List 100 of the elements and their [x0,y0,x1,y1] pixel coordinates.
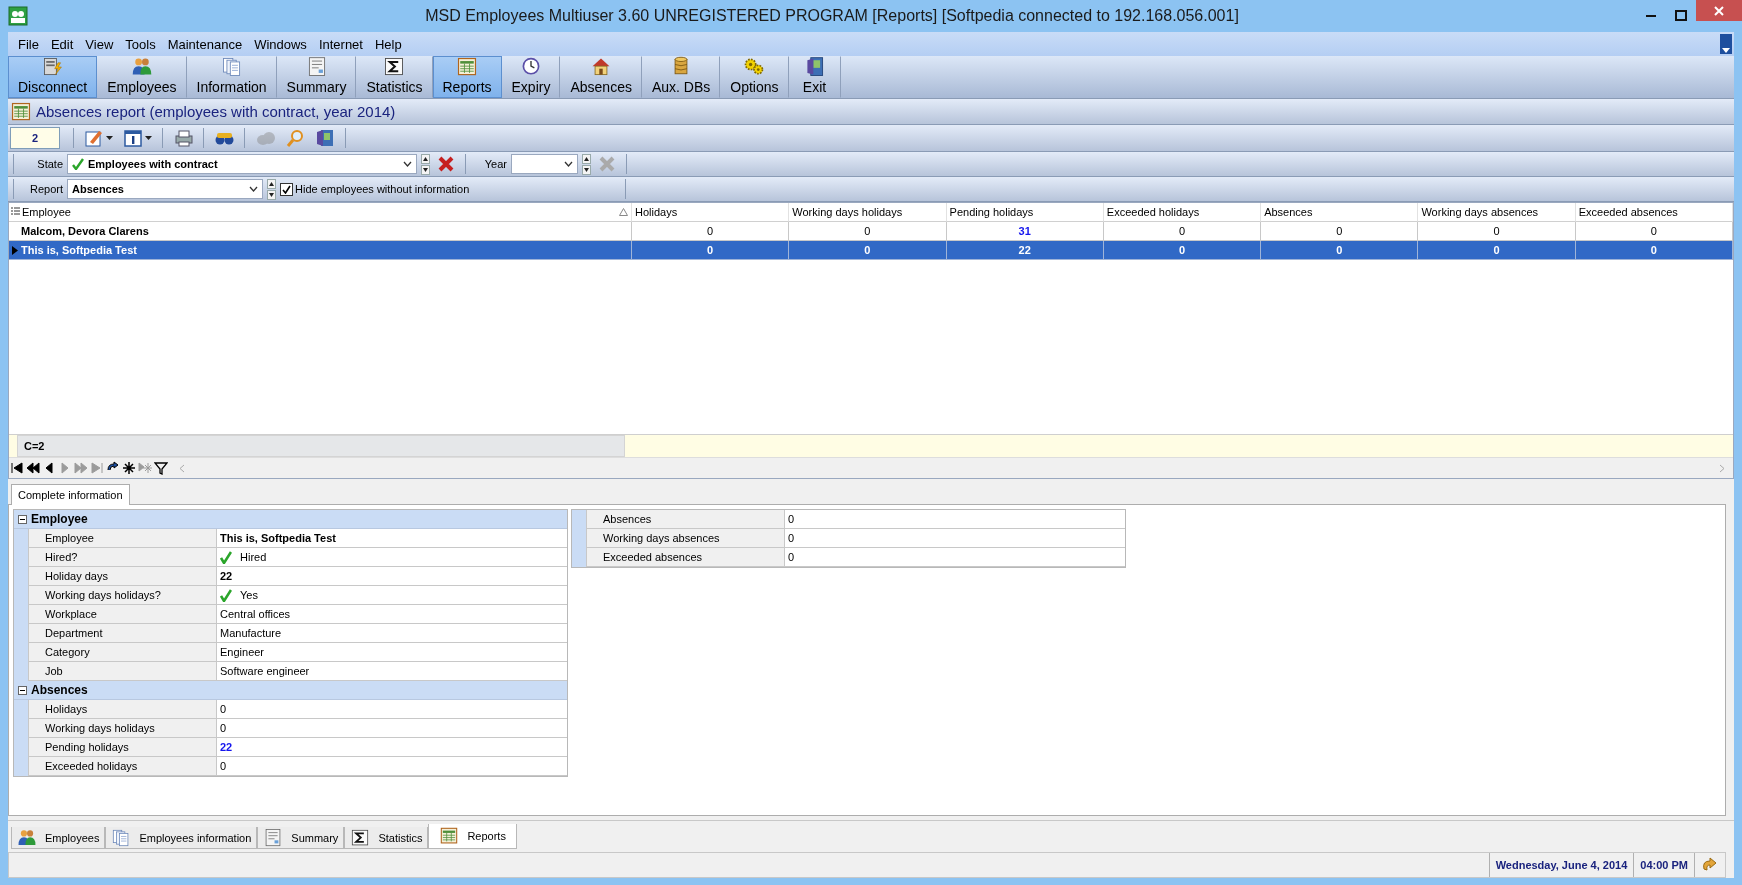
menu-item[interactable]: Internet [312,34,369,54]
record-field[interactable]: 2 [10,127,60,149]
checkmark-icon [282,184,291,194]
navigator-button[interactable] [121,461,137,475]
documents-icon [220,56,243,78]
menu-item[interactable]: Maintenance [161,34,249,54]
clock-icon [520,56,542,78]
checkbox[interactable] [280,182,293,196]
navigator-button[interactable] [153,461,169,475]
column-header[interactable]: Working days holidays [789,203,947,222]
property-label: Working days absences [586,529,785,548]
status-date: Wednesday, June 4, 2014 [1488,853,1634,877]
collapse-icon[interactable] [18,685,27,695]
table-cell: 0 [1261,241,1419,260]
up-arrow-icon [421,153,430,164]
toolbar-button[interactable]: Exit [788,56,841,98]
server-icon [41,56,64,78]
property-label: Holidays [28,700,217,719]
dropdown[interactable]: Employees with contract [67,154,417,174]
info-icon [123,128,143,148]
toolbar-button[interactable]: Aux. DBs [641,56,721,98]
table-cell: 0 [789,241,947,260]
menu-item[interactable]: Tools [119,34,162,54]
menu-item[interactable]: Windows [248,34,313,54]
row-pointer-icon [12,245,18,255]
group-title: Absences [31,683,88,697]
printer-icon [173,128,193,148]
close-icon [1713,4,1725,17]
menu-item[interactable]: Help [368,34,408,54]
menu-item[interactable]: View [79,34,120,54]
toolbar-button[interactable]: Expiry [501,56,561,98]
toolbar-button[interactable]: Information [186,56,277,98]
field-label: State [36,158,63,170]
check-icon [220,588,232,602]
table-cell: 0 [632,241,790,260]
property-label: Working days holidays [28,719,217,738]
checkbox-label: Hide employees without information [295,183,470,195]
menu-item[interactable]: Edit [44,34,80,54]
gears-icon [743,56,766,78]
last-icon [90,461,104,475]
property-label: Exceeded holidays [28,757,217,776]
navigator-button[interactable] [9,461,25,475]
clear-icon [138,461,152,475]
magnifier-icon [285,128,305,148]
close-button[interactable] [1696,0,1742,21]
spin-button[interactable] [582,153,591,175]
property-label: Workplace [28,605,217,624]
collapse-icon[interactable] [18,514,27,524]
property-value: This is, Softpedia Test [217,529,567,548]
toolbar-button[interactable]: Summary [276,56,357,98]
tab[interactable]: Complete information [11,484,130,505]
down-arrow-icon [267,189,276,200]
column-header[interactable]: Exceeded holidays [1103,203,1262,222]
dropdown[interactable]: Absences [67,179,263,199]
navigator-button[interactable] [25,461,41,475]
column-header[interactable]: Working days absences [1418,203,1576,222]
form-icon [263,827,284,848]
caret-icon [1722,48,1730,54]
column-header[interactable]: Employee [9,203,632,222]
minimize-icon [1645,15,1657,17]
tab[interactable]: Statistics [344,827,429,849]
menu-item[interactable]: File [12,34,45,54]
property-value: Engineer [217,643,567,662]
toolbar-button[interactable]: Absences [560,56,642,98]
maximize-icon [1675,10,1687,22]
caret-icon [145,136,152,140]
up-arrow-icon [267,178,276,189]
property-label: Job [28,662,217,681]
scroll-left-icon [179,463,185,473]
asterisk-icon [122,461,136,475]
column-header[interactable]: Absences [1261,203,1419,222]
chevron-down-icon [564,161,573,167]
toolbar-button[interactable]: Reports [432,56,502,98]
spin-button[interactable] [267,178,276,200]
column-header[interactable]: Holidays [632,203,790,222]
tab[interactable]: Employees information [105,827,258,849]
toolbar-button[interactable]: Employees [97,56,187,98]
property-label: Department [28,624,217,643]
toolbar-button[interactable]: Disconnect [8,56,98,98]
sigma-icon [383,56,406,78]
tab[interactable]: Employees [11,827,106,849]
property-label: Absences [586,510,785,529]
tab[interactable]: Summary [257,827,345,849]
toolbar-button[interactable]: Options [720,56,789,98]
spreadsheet-icon [10,100,32,123]
arrow-icon [1701,857,1719,873]
field-label: Year [483,158,507,170]
property-value: Central offices [217,605,567,624]
column-header[interactable]: Pending holidays [946,203,1104,222]
column-chooser-icon[interactable] [11,207,20,217]
sigma-icon [350,827,371,848]
spin-button[interactable] [421,153,430,175]
column-header[interactable]: Exceeded absences [1575,203,1733,222]
property-value: 0 [217,757,567,776]
toolbar-button[interactable]: Statistics [356,56,433,98]
spreadsheet-icon [456,56,478,78]
cross-icon [598,155,616,173]
tab[interactable]: Reports [428,824,517,849]
menu-options-button[interactable] [1720,34,1732,54]
property-value: Yes [217,586,567,605]
